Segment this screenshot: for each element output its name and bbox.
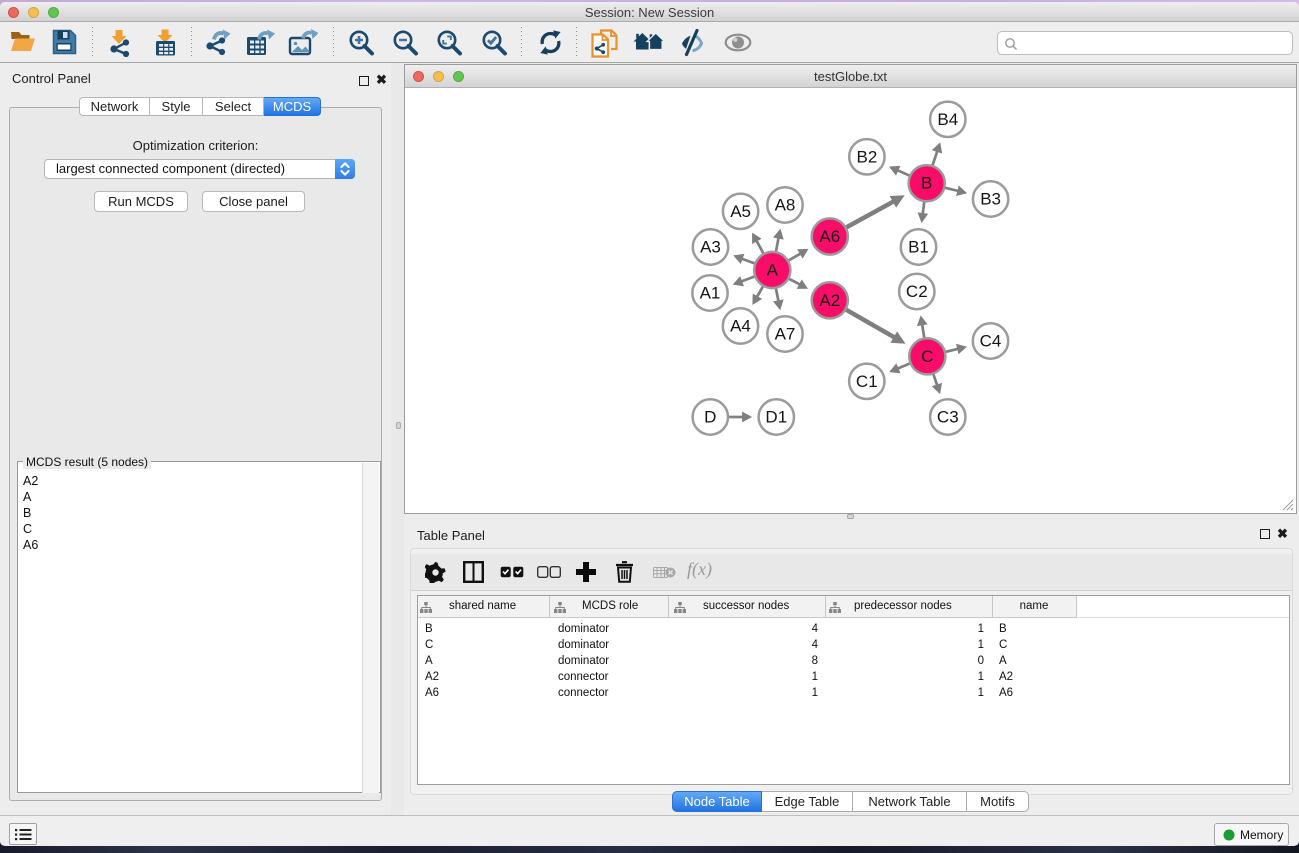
svg-text:A8: A8	[775, 196, 796, 215]
svg-text:C: C	[921, 347, 933, 366]
svg-text:B: B	[921, 174, 932, 193]
svg-text:D: D	[704, 408, 716, 427]
svg-text:C3: C3	[937, 408, 959, 427]
svg-text:A5: A5	[730, 202, 751, 221]
svg-text:C4: C4	[980, 332, 1002, 351]
svg-text:B4: B4	[937, 110, 958, 129]
svg-text:C1: C1	[856, 372, 878, 391]
svg-text:B3: B3	[980, 190, 1001, 209]
svg-text:A7: A7	[775, 325, 796, 344]
svg-text:C2: C2	[906, 282, 928, 301]
svg-text:A4: A4	[730, 317, 751, 336]
svg-text:B2: B2	[857, 147, 878, 166]
svg-text:D1: D1	[765, 408, 787, 427]
svg-text:A3: A3	[700, 238, 721, 257]
svg-text:A: A	[767, 261, 779, 280]
svg-text:A1: A1	[700, 284, 721, 303]
svg-text:A2: A2	[819, 291, 840, 310]
svg-text:B1: B1	[908, 238, 929, 257]
svg-text:A6: A6	[819, 227, 840, 246]
